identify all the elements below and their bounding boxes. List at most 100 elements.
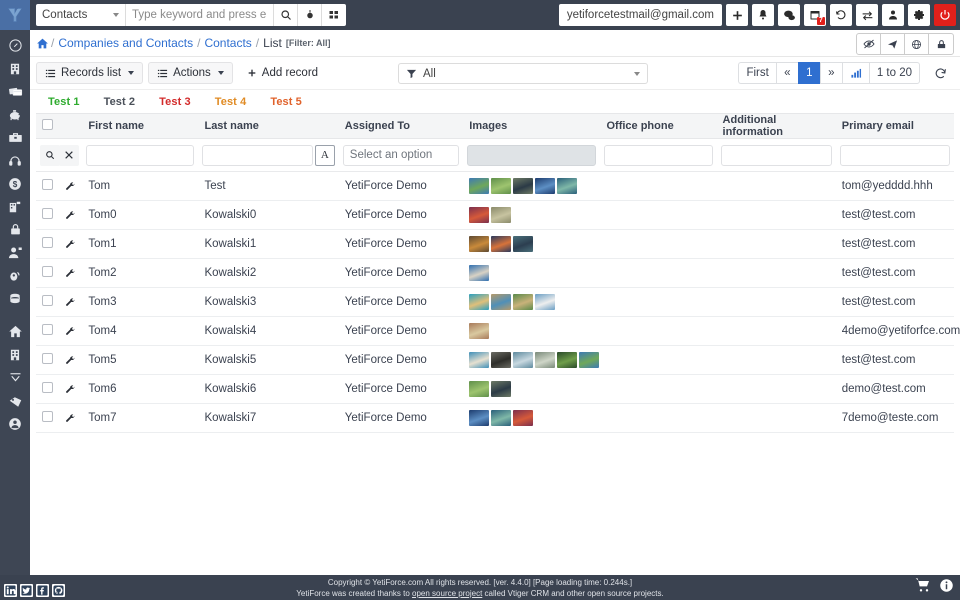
table-row[interactable]: Tom1 Kowalski1 YetiForce Demo test@test.com bbox=[36, 229, 954, 259]
table-row[interactable]: Tom6 Kowalski6 YetiForce Demo demo@test.com bbox=[36, 374, 954, 404]
sidebar-item-helpdesk[interactable] bbox=[0, 264, 30, 287]
row-edit-button[interactable] bbox=[61, 408, 81, 428]
add-record-button[interactable]: Add record bbox=[237, 62, 328, 84]
sidebar-item-sales[interactable] bbox=[0, 126, 30, 149]
advanced-search-button[interactable] bbox=[298, 4, 322, 26]
refresh-button[interactable] bbox=[927, 62, 954, 84]
sidebar-item-users[interactable] bbox=[0, 241, 30, 264]
select-all-checkbox[interactable] bbox=[42, 119, 53, 130]
table-row[interactable]: Tom5 Kowalski5 YetiForce Demo test@test.com bbox=[36, 345, 954, 375]
clear-filter-button[interactable] bbox=[58, 144, 79, 166]
user-button[interactable] bbox=[882, 4, 904, 26]
image-thumbnail[interactable] bbox=[557, 352, 578, 368]
sidebar-item-support[interactable] bbox=[0, 149, 30, 172]
image-thumbnail[interactable] bbox=[513, 294, 534, 310]
tab-test-3[interactable]: Test 3 bbox=[147, 96, 203, 108]
row-edit-button[interactable] bbox=[61, 176, 81, 196]
header-office-phone[interactable]: Office phone bbox=[600, 113, 717, 139]
filter-primary-email-input[interactable] bbox=[839, 144, 950, 166]
search-button[interactable] bbox=[274, 4, 298, 26]
image-thumbnail[interactable] bbox=[491, 381, 512, 397]
cart-button[interactable] bbox=[915, 577, 931, 596]
filter-first-name-input[interactable] bbox=[86, 144, 195, 166]
tab-test-2[interactable]: Test 2 bbox=[92, 96, 148, 108]
row-edit-button[interactable] bbox=[61, 292, 81, 312]
image-thumbnail[interactable] bbox=[535, 178, 556, 194]
chat-button[interactable] bbox=[778, 4, 800, 26]
image-thumbnail[interactable] bbox=[469, 265, 490, 281]
image-thumbnail[interactable] bbox=[491, 178, 512, 194]
modules-grid-button[interactable] bbox=[322, 4, 346, 26]
language-button[interactable] bbox=[905, 34, 929, 54]
header-primary-email[interactable]: Primary email bbox=[835, 113, 954, 139]
row-checkbox[interactable] bbox=[42, 179, 53, 190]
sidebar-item-organizations[interactable] bbox=[0, 195, 30, 218]
tab-test-5[interactable]: Test 5 bbox=[258, 96, 314, 108]
twitter-icon[interactable] bbox=[20, 584, 33, 597]
row-edit-button[interactable] bbox=[61, 321, 81, 341]
permissions-button[interactable] bbox=[929, 34, 953, 54]
actions-button[interactable]: Actions bbox=[148, 62, 233, 84]
sidebar-item-security[interactable] bbox=[0, 218, 30, 241]
search-module-select[interactable]: Contacts bbox=[36, 4, 126, 26]
row-edit-button[interactable] bbox=[61, 379, 81, 399]
row-edit-button[interactable] bbox=[61, 263, 81, 283]
header-images[interactable]: Images bbox=[463, 113, 601, 139]
image-thumbnail[interactable] bbox=[469, 178, 490, 194]
pagination-next[interactable]: » bbox=[819, 62, 842, 84]
table-row[interactable]: Tom Test YetiForce Demo tom@yedddd.hhh bbox=[36, 171, 954, 201]
table-row[interactable]: Tom2 Kowalski2 YetiForce Demo test@test.com bbox=[36, 258, 954, 288]
table-row[interactable]: Tom7 Kowalski7 YetiForce Demo 7demo@teste.c… bbox=[36, 403, 954, 433]
sidebar-item-dashboard[interactable] bbox=[0, 34, 30, 57]
sidebar-item-companies[interactable] bbox=[0, 57, 30, 80]
sidebar-item-home[interactable] bbox=[0, 320, 30, 343]
table-row[interactable]: Tom4 Kowalski4 YetiForce Demo 4demo@yetifor… bbox=[36, 316, 960, 346]
row-checkbox[interactable] bbox=[42, 295, 53, 306]
image-thumbnail[interactable] bbox=[513, 236, 534, 252]
sidebar-item-database[interactable] bbox=[0, 287, 30, 310]
image-thumbnail[interactable] bbox=[535, 294, 556, 310]
image-thumbnail[interactable] bbox=[491, 352, 512, 368]
image-thumbnail[interactable] bbox=[469, 207, 490, 223]
image-thumbnail[interactable] bbox=[513, 352, 534, 368]
image-thumbnail[interactable] bbox=[491, 236, 512, 252]
linkedin-icon[interactable] bbox=[4, 584, 17, 597]
notifications-button[interactable] bbox=[752, 4, 774, 26]
pagination-prev[interactable]: « bbox=[775, 62, 798, 84]
logout-button[interactable] bbox=[934, 4, 956, 26]
row-checkbox[interactable] bbox=[42, 353, 53, 364]
row-edit-button[interactable] bbox=[61, 234, 81, 254]
row-checkbox[interactable] bbox=[42, 324, 53, 335]
filter-office-phone-input[interactable] bbox=[604, 144, 713, 166]
filter-last-name-input[interactable] bbox=[202, 144, 313, 166]
app-logo[interactable] bbox=[0, 0, 30, 30]
row-edit-button[interactable] bbox=[61, 350, 81, 370]
row-checkbox[interactable] bbox=[42, 237, 53, 248]
settings-button[interactable] bbox=[908, 4, 930, 26]
image-thumbnail[interactable] bbox=[491, 207, 512, 223]
user-email[interactable]: yetiforcetestmail@gmail.com bbox=[558, 4, 722, 26]
facebook-icon[interactable] bbox=[36, 584, 49, 597]
breadcrumb-home-icon[interactable] bbox=[36, 37, 49, 50]
table-row[interactable]: Tom0 Kowalski0 YetiForce Demo test@test.com bbox=[36, 200, 954, 230]
sidebar-item-tags[interactable] bbox=[0, 389, 30, 412]
image-thumbnail[interactable] bbox=[513, 178, 534, 194]
row-checkbox[interactable] bbox=[42, 382, 53, 393]
filter-select[interactable]: All bbox=[398, 63, 648, 84]
pagination-chart-button[interactable] bbox=[841, 62, 869, 84]
image-thumbnail[interactable] bbox=[557, 178, 578, 194]
search-input[interactable] bbox=[126, 4, 274, 26]
row-checkbox[interactable] bbox=[42, 266, 53, 277]
image-thumbnail[interactable] bbox=[469, 352, 490, 368]
pagination-page-1[interactable]: 1 bbox=[797, 62, 820, 84]
records-list-button[interactable]: Records list bbox=[36, 62, 144, 84]
add-icon-button[interactable] bbox=[726, 4, 748, 26]
sidebar-item-filters[interactable] bbox=[0, 366, 30, 389]
image-thumbnail[interactable] bbox=[469, 381, 490, 397]
history-button[interactable] bbox=[830, 4, 852, 26]
image-thumbnail[interactable] bbox=[469, 236, 490, 252]
pagination-first[interactable]: First bbox=[738, 62, 776, 84]
breadcrumb-item-companies[interactable]: Companies and Contacts bbox=[58, 36, 193, 50]
tab-test-4[interactable]: Test 4 bbox=[203, 96, 259, 108]
sidebar-item-cards[interactable] bbox=[0, 80, 30, 103]
